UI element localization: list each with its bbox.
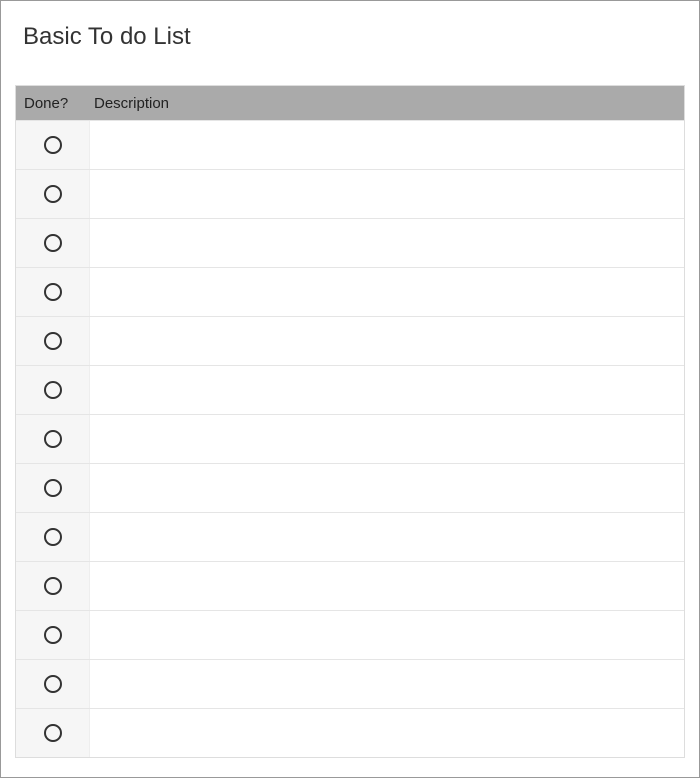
description-cell[interactable] [90,611,684,659]
table-row [16,120,684,169]
table-row [16,218,684,267]
table-row [16,561,684,610]
done-cell[interactable] [16,611,90,659]
table-row [16,512,684,561]
circle-icon [44,724,62,742]
circle-icon [44,626,62,644]
column-header-done: Done? [16,95,90,112]
description-cell[interactable] [90,660,684,708]
circle-icon [44,528,62,546]
circle-icon [44,479,62,497]
page-container: Basic To do List Done? Description [0,0,700,778]
table-row [16,659,684,708]
table-row [16,463,684,512]
description-cell[interactable] [90,562,684,610]
description-cell[interactable] [90,170,684,218]
page-title: Basic To do List [23,23,685,51]
table-row [16,169,684,218]
circle-icon [44,185,62,203]
todo-table: Done? Description [15,85,685,758]
table-row [16,267,684,316]
circle-icon [44,332,62,350]
description-cell[interactable] [90,464,684,512]
table-row [16,414,684,463]
description-cell[interactable] [90,121,684,169]
done-cell[interactable] [16,709,90,757]
circle-icon [44,675,62,693]
circle-icon [44,234,62,252]
table-row [16,316,684,365]
done-cell[interactable] [16,366,90,414]
done-cell[interactable] [16,562,90,610]
circle-icon [44,577,62,595]
circle-icon [44,283,62,301]
description-cell[interactable] [90,513,684,561]
done-cell[interactable] [16,317,90,365]
table-body [16,120,684,757]
circle-icon [44,430,62,448]
table-row [16,708,684,757]
done-cell[interactable] [16,121,90,169]
done-cell[interactable] [16,219,90,267]
done-cell[interactable] [16,464,90,512]
done-cell[interactable] [16,660,90,708]
table-row [16,365,684,414]
description-cell[interactable] [90,219,684,267]
circle-icon [44,136,62,154]
done-cell[interactable] [16,513,90,561]
description-cell[interactable] [90,268,684,316]
done-cell[interactable] [16,415,90,463]
done-cell[interactable] [16,268,90,316]
column-header-description: Description [90,95,684,112]
description-cell[interactable] [90,317,684,365]
circle-icon [44,381,62,399]
description-cell[interactable] [90,709,684,757]
description-cell[interactable] [90,366,684,414]
description-cell[interactable] [90,415,684,463]
table-header-row: Done? Description [16,86,684,120]
done-cell[interactable] [16,170,90,218]
table-row [16,610,684,659]
